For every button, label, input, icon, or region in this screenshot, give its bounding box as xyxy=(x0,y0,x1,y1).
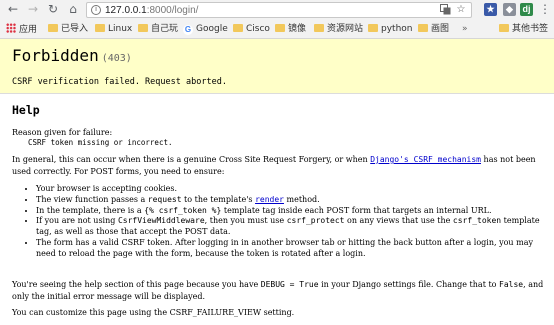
folder-icon xyxy=(48,24,58,32)
bookmark-folder[interactable]: Linux xyxy=(95,23,132,36)
folder-icon xyxy=(275,24,285,32)
extension-star-icon[interactable]: ★ xyxy=(484,3,497,16)
other-bookmarks[interactable]: 其他书签 xyxy=(499,23,548,36)
debug-paragraph: You're seeing the help section of this p… xyxy=(12,280,544,301)
back-button[interactable]: ← xyxy=(6,2,20,16)
reason-text: CSRF token missing or incorrect. xyxy=(28,138,173,147)
bookmark-folder[interactable]: 画图 xyxy=(418,23,449,36)
bookmark-folder[interactable]: python xyxy=(368,23,412,36)
bookmark-folder[interactable]: 镜像 xyxy=(275,23,306,36)
bookmark-folder[interactable]: 已导入 xyxy=(48,23,88,36)
folder-icon xyxy=(368,24,378,32)
page-title: Forbidden (403) xyxy=(12,46,132,65)
django-extension-icon[interactable]: dj xyxy=(520,3,533,16)
customize-paragraph: You can customize this page using the CS… xyxy=(12,308,295,317)
page-content: Forbidden (403) CSRF verification failed.… xyxy=(0,39,554,325)
browser-toolbar: ← → ↻ ⌂ i 127.0.0.1:8000/login/ ☆ ★ ◆ dj… xyxy=(0,0,554,20)
bookmark-folder[interactable]: Cisco xyxy=(233,23,270,36)
info-icon[interactable]: i xyxy=(91,5,101,15)
folder-icon xyxy=(138,24,148,32)
translate-icon[interactable] xyxy=(439,4,451,16)
google-icon: G xyxy=(183,25,193,35)
more-bookmarks-button[interactable]: » xyxy=(462,23,468,36)
intro-paragraph: In general, this can occur when there is… xyxy=(12,155,536,176)
bookmark-folder[interactable]: 资源网站 xyxy=(314,23,363,36)
list-item: The view function passes a request to th… xyxy=(36,195,542,206)
error-summary: Forbidden (403) CSRF verification failed.… xyxy=(0,39,554,94)
list-item: In the template, there is a {% csrf_toke… xyxy=(36,206,542,217)
folder-icon xyxy=(499,24,509,32)
folder-icon xyxy=(314,24,324,32)
forward-button[interactable]: → xyxy=(26,2,40,16)
render-link[interactable]: render xyxy=(255,195,284,204)
help-heading: Help xyxy=(12,103,40,117)
extension-puzzle-icon[interactable]: ◆ xyxy=(503,3,516,16)
status-code: (403) xyxy=(101,53,132,64)
reload-button[interactable]: ↻ xyxy=(46,2,60,16)
apps-icon xyxy=(6,23,16,33)
address-bar[interactable]: i 127.0.0.1:8000/login/ ☆ xyxy=(86,2,472,18)
bookmark-apps[interactable]: 应用 xyxy=(6,23,37,36)
bookmark-folder[interactable]: 自己玩 xyxy=(138,23,178,36)
csrf-docs-link[interactable]: Django's CSRF mechanism xyxy=(370,155,481,164)
reason-label: Reason given for failure: xyxy=(12,128,113,137)
list-item: If you are not using CsrfViewMiddleware,… xyxy=(36,216,542,238)
folder-icon xyxy=(95,24,105,32)
list-item: Your browser is accepting cookies. xyxy=(36,184,542,195)
menu-icon[interactable]: ⋮ xyxy=(538,2,552,16)
home-button[interactable]: ⌂ xyxy=(66,2,80,16)
star-icon[interactable]: ☆ xyxy=(455,4,467,16)
folder-icon xyxy=(233,24,243,32)
requirements-list: Your browser is accepting cookies. The v… xyxy=(22,184,542,260)
list-item: The form has a valid CSRF token. After l… xyxy=(36,238,542,260)
bookmarks-bar: 应用 已导入 Linux 自己玩 G Google Cisco 镜像 资源网站 p… xyxy=(0,20,554,39)
url-text[interactable]: 127.0.0.1:8000/login/ xyxy=(105,4,198,17)
error-message: CSRF verification failed. Request aborte… xyxy=(12,77,227,87)
browser-chrome: ← → ↻ ⌂ i 127.0.0.1:8000/login/ ☆ ★ ◆ dj… xyxy=(0,0,554,39)
bookmark-google[interactable]: G Google xyxy=(183,23,228,36)
folder-icon xyxy=(418,24,428,32)
